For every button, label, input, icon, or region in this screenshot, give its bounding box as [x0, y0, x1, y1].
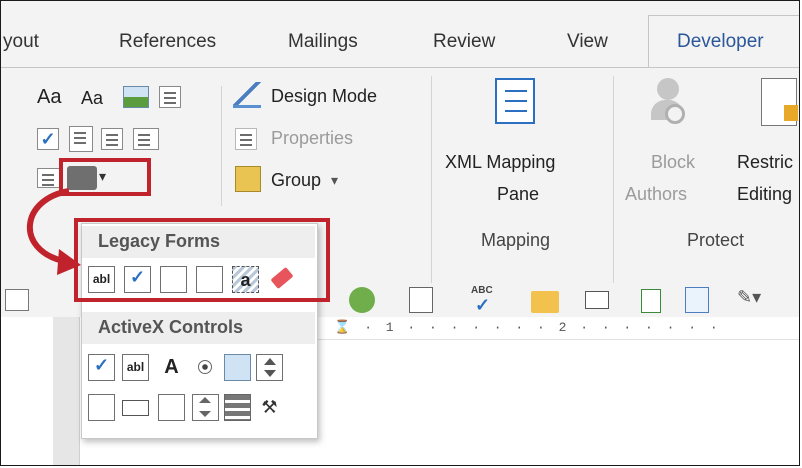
vertical-ruler: [53, 317, 80, 465]
open-folder-icon[interactable]: [531, 291, 559, 313]
tab-developer-label: Developer: [677, 31, 764, 52]
tab-mailings[interactable]: Mailings: [288, 31, 358, 53]
restrict-editing-label-line2[interactable]: Editing: [737, 184, 792, 205]
date-picker-content-control-icon[interactable]: [133, 128, 159, 150]
group-button[interactable]: Group: [271, 170, 321, 191]
spelling-check-icon[interactable]: ✓: [475, 295, 490, 316]
dropdown-list-content-control-icon[interactable]: [101, 128, 123, 150]
list-icon[interactable]: [641, 289, 661, 313]
xml-mapping-pane-icon[interactable]: [495, 78, 535, 124]
picture-content-control-icon[interactable]: [123, 86, 149, 108]
activex-command-button-icon[interactable]: [122, 400, 149, 416]
plain-text-content-control-icon[interactable]: Aa: [81, 88, 103, 109]
protect-group-label: Protect: [687, 230, 745, 250]
properties-button[interactable]: Properties: [271, 128, 353, 149]
form-field-icon[interactable]: [585, 291, 609, 309]
rich-text-content-control-icon[interactable]: Aa: [37, 86, 61, 109]
activex-list-box-icon[interactable]: [158, 394, 185, 421]
mapping-group-label: Mapping: [481, 230, 551, 250]
group-icon: [235, 166, 261, 192]
callout-arrow-icon: [26, 188, 81, 275]
activex-image-icon[interactable]: [224, 354, 251, 381]
checkbox-content-control-icon[interactable]: ✓: [37, 128, 59, 150]
group-dropdown-arrow[interactable]: ▾: [331, 172, 338, 189]
activex-toggle-button-icon[interactable]: [224, 394, 251, 421]
xml-mapping-pane-label-line2[interactable]: Pane: [497, 184, 539, 205]
xml-mapping-pane-label[interactable]: XML Mapping: [445, 152, 555, 173]
tab-developer[interactable]: Developer: [648, 15, 799, 68]
legacy-tools-dropdown: Legacy Forms abl ✓ a ActiveX Controls ✓ …: [74, 218, 330, 439]
design-mode-button[interactable]: Design Mode: [271, 86, 377, 107]
macro-icon[interactable]: [349, 287, 375, 313]
print-preview-icon[interactable]: [409, 287, 433, 313]
block-authors-label-line2[interactable]: Authors: [625, 184, 687, 205]
more-controls-icon[interactable]: ⚒: [256, 394, 283, 421]
activex-label-icon[interactable]: A: [158, 354, 185, 381]
separator: [613, 76, 614, 284]
combo-box-content-control-icon[interactable]: [69, 126, 93, 152]
activex-option-button-icon[interactable]: [192, 354, 219, 381]
word-window: yout References Mailings Review View Dev…: [0, 0, 800, 466]
activex-scroll-bar-icon[interactable]: [192, 394, 219, 421]
activex-textbox-icon[interactable]: abl: [122, 354, 149, 381]
activex-controls-header: ActiveX Controls: [82, 312, 315, 344]
activex-controls-title: ActiveX Controls: [98, 317, 244, 337]
separator: [221, 86, 222, 206]
activex-checkbox-icon[interactable]: ✓: [88, 354, 115, 381]
activex-spin-button-icon[interactable]: [256, 354, 283, 381]
print-layout-icon[interactable]: [5, 289, 29, 311]
block-authors-label[interactable]: Block: [651, 152, 695, 173]
properties-icon: [235, 128, 257, 150]
restrict-editing-label[interactable]: Restric: [737, 152, 793, 173]
restrict-editing-icon: [761, 78, 798, 126]
separator: [431, 76, 432, 284]
design-mode-icon: [233, 82, 261, 108]
block-authors-icon: [651, 78, 687, 126]
tab-references[interactable]: References: [119, 31, 216, 53]
legacy-forms-highlight: [74, 218, 330, 302]
format-painter-icon[interactable]: ✎▾: [737, 287, 761, 308]
activex-combo-box-icon[interactable]: [88, 394, 115, 421]
building-block-gallery-icon[interactable]: [159, 86, 181, 108]
ribbon-tab-bar: yout References Mailings Review View Dev…: [1, 1, 799, 68]
tab-view[interactable]: View: [567, 31, 608, 53]
horizontal-ruler: · · ⌛ · 1 · · · · · · · 2 · · · · · · ·: [291, 317, 799, 340]
tab-layout[interactable]: yout: [3, 31, 39, 53]
tab-review[interactable]: Review: [433, 31, 495, 53]
table-icon[interactable]: [685, 287, 709, 313]
